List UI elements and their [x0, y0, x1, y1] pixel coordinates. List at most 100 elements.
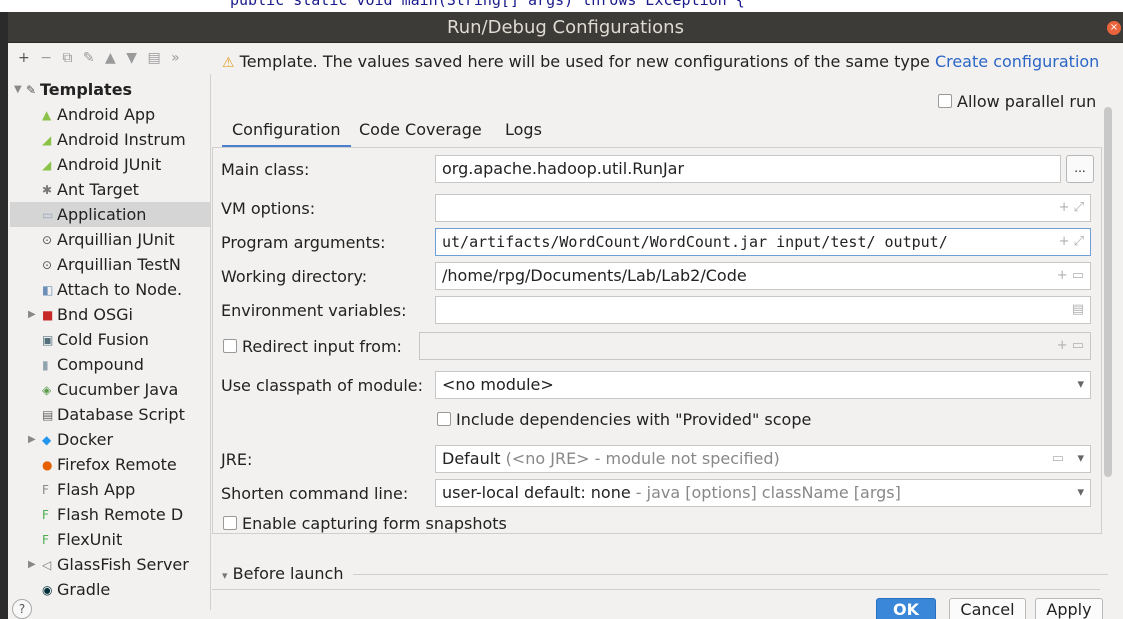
- warning-icon: ⚠: [222, 55, 235, 71]
- help-button[interactable]: ?: [12, 599, 32, 619]
- tree-item[interactable]: ▶ ◁ GlassFish Server: [10, 552, 210, 577]
- edit-icon[interactable]: ✎: [83, 50, 95, 66]
- tree-item[interactable]: ▭ Application: [10, 202, 210, 227]
- before-launch-section[interactable]: ▾ Before launch: [222, 564, 344, 583]
- expand-arrow-icon[interactable]: ▶: [28, 552, 36, 577]
- tree-item-label: Android JUnit: [57, 155, 162, 174]
- jre-select[interactable]: Default (<no JRE> - module not specified…: [435, 445, 1091, 473]
- chevron-down-icon[interactable]: ▾: [1077, 446, 1084, 472]
- program-arguments-field[interactable]: ut/artifacts/WordCount/WordCount.jar inp…: [435, 228, 1091, 256]
- tree-item[interactable]: ◧ Attach to Node.: [10, 277, 210, 302]
- tree-item[interactable]: ⊙ Arquillian JUnit: [10, 227, 210, 252]
- tree-item-label: Android Instrum: [57, 130, 186, 149]
- tree-item-label: Ant Target: [57, 180, 139, 199]
- working-directory-label: Working directory:: [221, 267, 368, 286]
- tab-logs[interactable]: Logs: [505, 120, 542, 139]
- ok-button[interactable]: OK: [876, 598, 936, 619]
- remove-icon[interactable]: −: [40, 50, 52, 66]
- tree-item[interactable]: ▶ ◆ Docker: [10, 427, 210, 452]
- expand-icon[interactable]: + ⤢: [1059, 229, 1084, 255]
- tree-item[interactable]: ▤ Database Script: [10, 402, 210, 427]
- environment-variables-field[interactable]: ▤: [435, 296, 1091, 324]
- add-icon[interactable]: +: [18, 50, 30, 66]
- expand-arrow-icon[interactable]: ▶: [28, 427, 36, 452]
- apply-button[interactable]: Apply: [1035, 598, 1103, 619]
- move-up-icon[interactable]: ▲: [105, 50, 116, 66]
- splitter[interactable]: [210, 74, 211, 610]
- checkbox-box[interactable]: [223, 516, 237, 530]
- tree-item[interactable]: F FlexUnit: [10, 527, 210, 552]
- tree-item-label: Compound: [57, 355, 144, 374]
- wrench-icon: ✎: [26, 83, 37, 97]
- tab-code-coverage[interactable]: Code Coverage: [359, 120, 482, 139]
- firefox-icon: ●: [42, 458, 53, 472]
- redirect-input-field[interactable]: + ▭: [419, 332, 1091, 360]
- copy-icon[interactable]: ⧉: [62, 50, 72, 66]
- browse-main-class-button[interactable]: ...: [1066, 155, 1094, 183]
- jre-label: JRE:: [221, 450, 253, 469]
- edit-env-icon[interactable]: ▤: [1072, 297, 1084, 323]
- chevron-down-icon[interactable]: ▾: [1077, 372, 1084, 398]
- expand-arrow-icon[interactable]: ▼: [14, 77, 22, 102]
- classpath-module-select[interactable]: <no module> ▾: [435, 371, 1091, 399]
- create-configuration-link[interactable]: Create configuration: [935, 52, 1099, 71]
- tree-item-label: Flash Remote D: [57, 505, 184, 524]
- checkbox-box[interactable]: [938, 94, 952, 108]
- checkbox-box[interactable]: [223, 339, 237, 353]
- checkbox-box[interactable]: [437, 412, 451, 426]
- shorten-command-hint: - java [options] className [args]: [635, 483, 901, 502]
- main-class-field[interactable]: org.apache.hadoop.util.RunJar: [435, 155, 1061, 183]
- bnd-icon: ■: [42, 308, 54, 322]
- tree-item[interactable]: ✱ Ant Target: [10, 177, 210, 202]
- folder-icon[interactable]: + ▭: [1057, 263, 1084, 289]
- compound-icon: ▮: [42, 358, 49, 372]
- collapse-arrow-icon[interactable]: ▾: [222, 569, 228, 582]
- working-directory-field[interactable]: /home/rpg/Documents/Lab/Lab2/Code + ▭: [435, 262, 1091, 290]
- close-icon[interactable]: ×: [1107, 21, 1121, 35]
- expand-arrow-icon[interactable]: ▶: [28, 302, 36, 327]
- tree-item[interactable]: ◢ Android Instrum: [10, 127, 210, 152]
- tree-item[interactable]: ◈ Cucumber Java: [10, 377, 210, 402]
- chevron-down-icon[interactable]: ▾: [1077, 480, 1084, 506]
- tree-item[interactable]: ◢ Android JUnit: [10, 152, 210, 177]
- config-toolbar: + − ⧉ ✎ ▲ ▼ ▤ »: [18, 50, 186, 72]
- tree-item[interactable]: ▮ Compound: [10, 352, 210, 377]
- expand-icon[interactable]: + ⤢: [1059, 195, 1084, 221]
- folder-icon[interactable]: ▤: [147, 50, 160, 66]
- redirect-input-label: Redirect input from:: [242, 337, 402, 356]
- flash-icon: F: [42, 483, 49, 497]
- tree-item-label: FlexUnit: [57, 530, 123, 549]
- jre-hint: (<no JRE> - module not specified): [505, 449, 780, 468]
- tree-item-label: GlassFish Server: [57, 555, 189, 574]
- capture-snapshots-checkbox[interactable]: Enable capturing form snapshots: [223, 514, 507, 533]
- tree-item[interactable]: ▣ Cold Fusion: [10, 327, 210, 352]
- vm-options-field[interactable]: + ⤢: [435, 194, 1091, 222]
- folder-icon[interactable]: + ▭: [1057, 333, 1084, 359]
- tree-item[interactable]: F Flash App: [10, 477, 210, 502]
- cancel-button[interactable]: Cancel: [949, 598, 1026, 619]
- tree-item-label: Arquillian JUnit: [57, 230, 175, 249]
- run-debug-configurations-dialog: Run/Debug Configurations × + − ⧉ ✎ ▲ ▼ ▤…: [8, 12, 1123, 619]
- docker-icon: ◆: [42, 433, 52, 447]
- tree-item-templates[interactable]: ▼ ✎ Templates: [10, 77, 210, 102]
- move-down-icon[interactable]: ▼: [126, 50, 137, 66]
- scrollbar[interactable]: [1104, 107, 1112, 477]
- tree-item[interactable]: ▶ ■ Bnd OSGi: [10, 302, 210, 327]
- include-provided-checkbox[interactable]: Include dependencies with "Provided" sco…: [437, 410, 811, 429]
- more-icon[interactable]: »: [171, 50, 180, 66]
- tree-item-label: Firefox Remote: [57, 455, 177, 474]
- shorten-command-line-select[interactable]: user-local default: none - java [options…: [435, 479, 1091, 507]
- folder-icon[interactable]: ▭: [1052, 446, 1064, 472]
- tab-configuration[interactable]: Configuration: [222, 120, 350, 148]
- tree-item[interactable]: ▲ Android App: [10, 102, 210, 127]
- tree-item-label: Cucumber Java: [57, 380, 179, 399]
- android-icon: ▲: [42, 108, 52, 122]
- gradle-icon: ◉: [42, 583, 53, 597]
- tree-item[interactable]: ⊙ Arquillian TestN: [10, 252, 210, 277]
- allow-parallel-run-checkbox[interactable]: Allow parallel run: [938, 92, 1096, 111]
- redirect-input-checkbox[interactable]: Redirect input from:: [223, 337, 402, 356]
- tree-item-label: Database Script: [57, 405, 185, 424]
- tree-item[interactable]: ● Firefox Remote: [10, 452, 210, 477]
- tree-item[interactable]: ◉ Gradle: [10, 577, 210, 602]
- tree-item[interactable]: F Flash Remote D: [10, 502, 210, 527]
